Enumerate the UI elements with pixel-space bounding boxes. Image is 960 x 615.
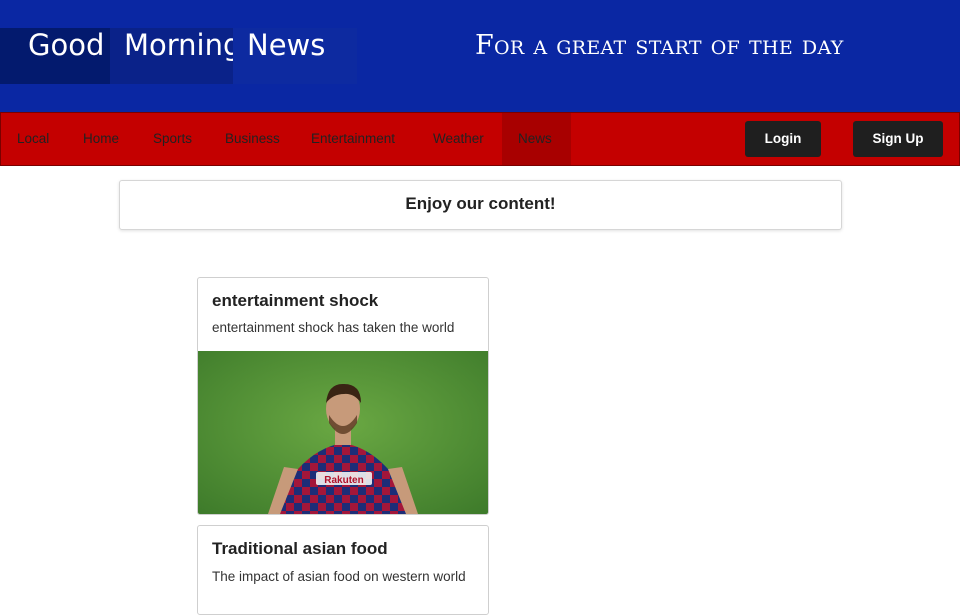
nav-item-news[interactable]: News bbox=[502, 113, 571, 165]
site-tagline: For a great start of the day bbox=[475, 30, 844, 61]
article-image[interactable]: Rakuten bbox=[198, 351, 488, 514]
login-button[interactable]: Login bbox=[745, 121, 821, 157]
article-description: The impact of asian food on western worl… bbox=[212, 569, 466, 584]
logo-word-morning[interactable]: Morning bbox=[110, 28, 241, 84]
logo-word-news[interactable]: News bbox=[233, 28, 357, 84]
nav-item-business[interactable]: Business bbox=[209, 113, 296, 165]
main-navbar: Local Home Sports Business Entertainment… bbox=[0, 112, 960, 166]
article-card[interactable]: entertainment shock entertainment shock … bbox=[197, 277, 489, 515]
article-title[interactable]: Traditional asian food bbox=[212, 539, 388, 559]
article-title[interactable]: entertainment shock bbox=[212, 291, 378, 311]
nav-item-weather[interactable]: Weather bbox=[417, 113, 500, 165]
logo-word-good[interactable]: Good bbox=[0, 28, 110, 84]
nav-item-home[interactable]: Home bbox=[67, 113, 135, 165]
nav-item-local[interactable]: Local bbox=[1, 113, 65, 165]
article-description: entertainment shock has taken the world bbox=[212, 320, 455, 335]
svg-text:Rakuten: Rakuten bbox=[324, 475, 363, 486]
site-header: Good Morning News For a great start of t… bbox=[0, 0, 960, 112]
nav-item-entertainment[interactable]: Entertainment bbox=[295, 113, 411, 165]
signup-button[interactable]: Sign Up bbox=[853, 121, 943, 157]
welcome-banner: Enjoy our content! bbox=[119, 180, 842, 230]
nav-item-sports[interactable]: Sports bbox=[137, 113, 208, 165]
article-card[interactable]: Traditional asian food The impact of asi… bbox=[197, 525, 489, 615]
